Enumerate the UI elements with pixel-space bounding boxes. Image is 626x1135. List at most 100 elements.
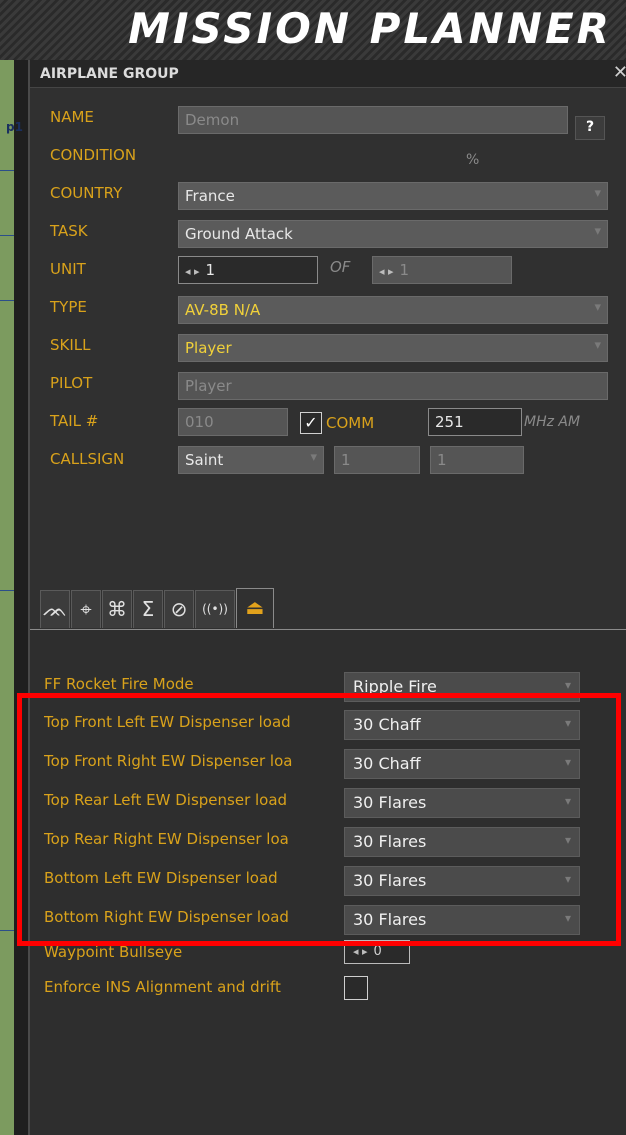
condition-unit: % xyxy=(466,152,480,168)
bottom-right-dispenser-select[interactable]: 30 Flares ▾ xyxy=(344,905,580,935)
property-value: 30 Flares xyxy=(353,793,427,812)
skill-label: SKILL xyxy=(50,336,91,354)
property-value: Ripple Fire xyxy=(353,677,437,696)
unit-total-value: 1 xyxy=(399,261,410,279)
tail-label: TAIL # xyxy=(50,412,99,430)
unit-stepper[interactable]: ◂ ▸ 1 xyxy=(178,256,318,284)
chevron-down-icon: ▾ xyxy=(564,872,571,886)
map-road xyxy=(0,590,14,591)
task-label: TASK xyxy=(50,222,88,240)
pilot-label: PILOT xyxy=(50,374,93,392)
unit-value: 1 xyxy=(205,261,216,279)
top-rear-right-dispenser-select[interactable]: 30 Flares ▾ xyxy=(344,827,580,857)
top-rear-left-dispenser-select[interactable]: 30 Flares ▾ xyxy=(344,788,580,818)
stepper-arrows-icon[interactable]: ◂ ▸ xyxy=(353,945,368,958)
chevron-down-icon: ▾ xyxy=(564,716,571,730)
property-value: 30 Flares xyxy=(353,910,427,929)
tab-loadout[interactable]: ⌘ xyxy=(102,590,132,628)
panel-title-bar: AIRPLANE GROUP ✕ xyxy=(30,60,626,88)
property-value: 30 Chaff xyxy=(353,715,421,734)
property-value: 30 Flares xyxy=(353,871,427,890)
unit-label: UNIT xyxy=(50,260,86,278)
property-value: 30 Chaff xyxy=(353,754,421,773)
waypoint-bullseye-stepper[interactable]: ◂ ▸ 0 xyxy=(344,940,410,964)
aircraft-properties: FF Rocket Fire Mode Ripple Fire ▾ Top Fr… xyxy=(30,630,626,1135)
app-title: MISSION PLANNER xyxy=(128,4,612,53)
tail-number-input[interactable]: 010 xyxy=(178,408,288,436)
chevron-down-icon: ▾ xyxy=(594,186,601,201)
callsign-select[interactable]: Saint ▾ xyxy=(178,446,324,474)
skill-value: Player xyxy=(185,339,232,357)
type-value: AV-8B N/A xyxy=(185,301,261,319)
property-label: Bottom Right EW Dispenser load xyxy=(44,908,289,926)
type-select[interactable]: AV-8B N/A ▾ xyxy=(178,296,608,324)
map-road xyxy=(0,930,14,931)
chevron-down-icon: ▾ xyxy=(594,224,601,239)
close-icon[interactable]: ✕ xyxy=(613,62,626,83)
ins-alignment-checkbox[interactable] xyxy=(344,976,368,1000)
loadout-icon: ⌘ xyxy=(107,597,127,621)
top-front-left-dispenser-select[interactable]: 30 Chaff ▾ xyxy=(344,710,580,740)
chevron-down-icon: ▾ xyxy=(564,755,571,769)
map-road xyxy=(0,235,14,236)
task-value: Ground Attack xyxy=(185,225,293,243)
tab-target[interactable]: ⌖ xyxy=(71,590,101,628)
callsign-value: Saint xyxy=(185,451,224,469)
map-road xyxy=(0,300,14,301)
unit-total-stepper[interactable]: ◂ ▸ 1 xyxy=(372,256,512,284)
route-icon: ᨏ xyxy=(42,597,68,621)
mhz-label: MHz AM xyxy=(524,414,581,430)
radio-icon: ((•)) xyxy=(202,602,228,616)
type-label: TYPE xyxy=(50,298,87,316)
aircraft-settings-icon: ⏏ xyxy=(245,595,265,619)
country-value: France xyxy=(185,187,235,205)
chevron-down-icon: ▾ xyxy=(564,678,571,692)
tab-radio[interactable]: ((•)) xyxy=(195,590,235,628)
task-select[interactable]: Ground Attack ▾ xyxy=(178,220,608,248)
property-label: Top Front Right EW Dispenser loa xyxy=(44,752,293,770)
callsign-number-1[interactable]: 1 xyxy=(334,446,420,474)
rocket-fire-mode-select[interactable]: Ripple Fire ▾ xyxy=(344,672,580,702)
pilot-input[interactable]: Player xyxy=(178,372,608,400)
target-icon: ⌖ xyxy=(80,597,92,621)
comm-frequency-input[interactable]: 251 xyxy=(428,408,522,436)
skill-select[interactable]: Player ▾ xyxy=(178,334,608,362)
callsign-number-2[interactable]: 1 xyxy=(430,446,524,474)
of-label: OF xyxy=(330,258,351,276)
stepper-arrows-icon[interactable]: ◂ ▸ xyxy=(185,265,200,278)
tab-failures[interactable]: ⊘ xyxy=(164,590,194,628)
tab-route[interactable]: ᨏ xyxy=(40,590,70,628)
property-label: Bottom Left EW Dispenser load xyxy=(44,869,278,887)
bottom-left-dispenser-select[interactable]: 30 Flares ▾ xyxy=(344,866,580,896)
map-label: p1 xyxy=(6,120,23,134)
map-background[interactable]: p1 xyxy=(0,0,23,1135)
help-button[interactable]: ? xyxy=(575,116,605,140)
chevron-down-icon: ▾ xyxy=(310,450,317,465)
panel-title: AIRPLANE GROUP xyxy=(40,66,179,82)
chevron-down-icon: ▾ xyxy=(594,300,601,315)
map-road xyxy=(0,170,14,171)
callsign-label: CALLSIGN xyxy=(50,450,125,468)
tab-aircraft-settings[interactable]: ⏏ xyxy=(236,588,274,628)
chevron-down-icon: ▾ xyxy=(564,794,571,808)
property-label: Top Rear Left EW Dispenser load xyxy=(44,791,288,809)
country-select[interactable]: France ▾ xyxy=(178,182,608,210)
property-label: Top Front Left EW Dispenser load xyxy=(44,713,291,731)
property-value: 0 xyxy=(373,944,382,959)
failures-icon: ⊘ xyxy=(170,597,188,621)
comm-label: COMM xyxy=(326,414,375,432)
stepper-arrows-icon: ◂ ▸ xyxy=(379,265,394,278)
property-label: Waypoint Bullseye xyxy=(44,943,183,961)
chevron-down-icon: ▾ xyxy=(564,833,571,847)
name-input[interactable]: Demon xyxy=(178,106,568,134)
tab-summary[interactable]: Σ xyxy=(133,590,163,628)
chevron-down-icon: ▾ xyxy=(594,338,601,353)
property-value: 30 Flares xyxy=(353,832,427,851)
app-header: MISSION PLANNER xyxy=(0,0,626,60)
top-front-right-dispenser-select[interactable]: 30 Chaff ▾ xyxy=(344,749,580,779)
country-label: COUNTRY xyxy=(50,184,123,202)
chevron-down-icon: ▾ xyxy=(564,911,571,925)
summary-icon: Σ xyxy=(141,597,155,621)
property-label: FF Rocket Fire Mode xyxy=(44,675,194,693)
comm-checkbox[interactable]: ✓ xyxy=(300,412,322,434)
